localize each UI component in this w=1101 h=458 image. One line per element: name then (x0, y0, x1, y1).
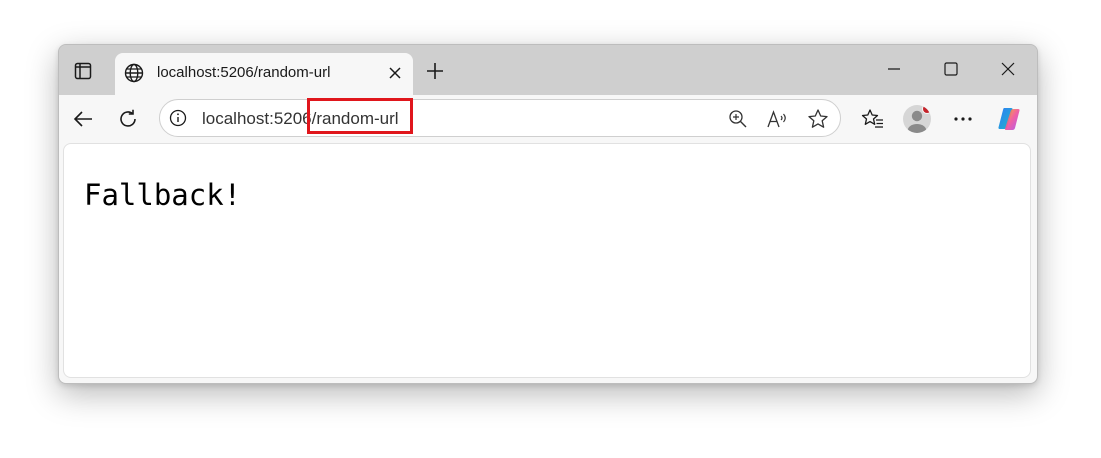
star-icon[interactable] (806, 107, 830, 131)
copilot-icon[interactable] (995, 105, 1023, 133)
more-icon[interactable] (949, 105, 977, 133)
tab-active[interactable]: localhost:5206/random-url (115, 53, 413, 95)
page-body-text: Fallback! (84, 178, 242, 212)
url-text[interactable]: localhost:5206/random-url (202, 109, 399, 129)
back-arrow-icon[interactable] (69, 105, 97, 133)
close-icon[interactable] (385, 63, 405, 83)
window-close-icon[interactable] (993, 57, 1023, 81)
refresh-icon[interactable] (114, 105, 142, 133)
tab-title: localhost:5206/random-url (157, 64, 331, 81)
maximize-icon[interactable] (936, 57, 966, 81)
info-icon[interactable] (168, 108, 188, 128)
browser-window: localhost:5206/random-url localhost:5206… (58, 44, 1038, 384)
zoom-icon[interactable] (726, 107, 750, 131)
toolbar: localhost:5206/random-url (59, 95, 1037, 143)
notification-dot (922, 105, 931, 114)
page-content: Fallback! (63, 143, 1031, 378)
favorites-icon[interactable] (859, 105, 887, 133)
plus-icon[interactable] (423, 59, 447, 83)
minimize-icon[interactable] (879, 57, 909, 81)
tab-strip: localhost:5206/random-url (59, 45, 1037, 95)
read-aloud-icon[interactable] (766, 107, 790, 131)
avatar[interactable] (903, 105, 931, 133)
tab-actions-icon[interactable] (69, 57, 97, 85)
address-bar[interactable]: localhost:5206/random-url (159, 99, 841, 137)
globe-icon (123, 62, 145, 84)
screenshot-stage: localhost:5206/random-url localhost:5206… (0, 0, 1101, 458)
